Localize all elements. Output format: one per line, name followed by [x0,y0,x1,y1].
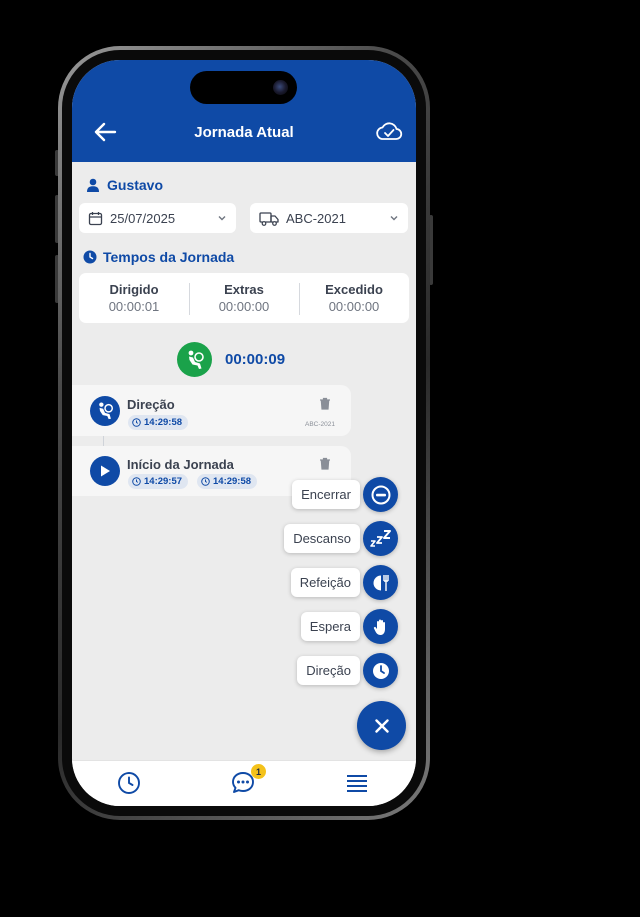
clock-icon [118,772,140,794]
event-start-chip: 14:29:58 [128,415,189,430]
clock-icon [132,418,141,427]
user-name: Gustavo [107,177,164,193]
front-camera [273,80,288,95]
dynamic-island [190,71,297,104]
fab-descanso[interactable]: Descanso [284,524,360,553]
fab-refeicao[interactable]: Refeição [290,568,360,597]
event-plate: ABC-2021 [305,421,335,428]
app-screen: Jornada Atual Gustavo 25/07/2025 ABC-202… [72,60,416,806]
hamburger-menu-icon [347,775,367,792]
cloud-sync-button[interactable] [374,120,404,144]
clock-icon [83,250,97,264]
event-title: Direção [127,397,175,412]
time-extras: Extras 00:00:00 [189,282,299,315]
chat-badge: 1 [251,764,266,779]
hand-stop-icon[interactable] [363,609,398,644]
vehicle-value: ABC-2021 [286,210,346,226]
date-select[interactable]: 25/07/2025 [79,203,236,233]
nav-chat[interactable]: 1 [230,764,266,796]
app-header: Jornada Atual [72,60,416,162]
fab-direcao[interactable]: Direção [297,656,360,685]
time-driven: Dirigido 00:00:01 [108,282,160,314]
driving-icon [177,342,212,377]
user-row: Gustavo [86,177,163,193]
truck-icon [259,211,279,226]
trash-icon[interactable] [319,457,331,470]
fab-label[interactable]: Descanso [284,524,360,553]
event-start-chip: 14:29:57 [128,474,189,489]
chevron-down-icon [218,216,226,221]
time-exceeded: Excedido 00:00:00 [299,282,409,315]
times-card: Dirigido 00:00:01 Extras 00:00:00 Excedi… [79,273,409,323]
chevron-down-icon [390,216,398,221]
user-icon [87,178,99,192]
current-status: 00:00:09 [177,342,285,377]
meal-icon[interactable] [363,565,398,600]
fab-espera[interactable]: Espera [300,612,360,641]
event-card-direcao[interactable]: Direção 14:29:58 ABC-2021 [72,385,351,436]
clock-icon [132,477,141,486]
bottom-nav: 1 [72,760,416,806]
vehicle-select[interactable]: ABC-2021 [250,203,408,233]
event-title: Início da Jornada [127,457,234,472]
trash-icon[interactable] [319,397,331,410]
play-icon [90,456,120,486]
date-value: 25/07/2025 [110,210,176,226]
fab-label[interactable]: Espera [300,612,360,641]
sleep-zzz-icon[interactable] [363,521,398,556]
event-end-chip: 14:29:58 [197,474,258,489]
fab-label[interactable]: Refeição [290,568,360,597]
driving-icon [90,396,120,426]
page-title: Jornada Atual [194,124,294,141]
fab-label[interactable]: Encerrar [292,480,360,509]
current-timer: 00:00:09 [225,351,286,368]
close-icon [374,718,389,733]
cloud-check-icon [376,122,403,140]
times-section-title: Tempos da Jornada [83,249,234,265]
clock-icon[interactable] [363,653,398,688]
clock-icon [201,477,210,486]
nav-history[interactable] [116,770,142,796]
fab-label[interactable]: Direção [297,656,360,685]
nav-menu[interactable] [344,770,370,796]
close-fab-button[interactable] [357,701,406,750]
calendar-icon [88,211,103,225]
fab-encerrar[interactable]: Encerrar [292,480,360,509]
minus-circle-icon[interactable] [363,477,398,512]
